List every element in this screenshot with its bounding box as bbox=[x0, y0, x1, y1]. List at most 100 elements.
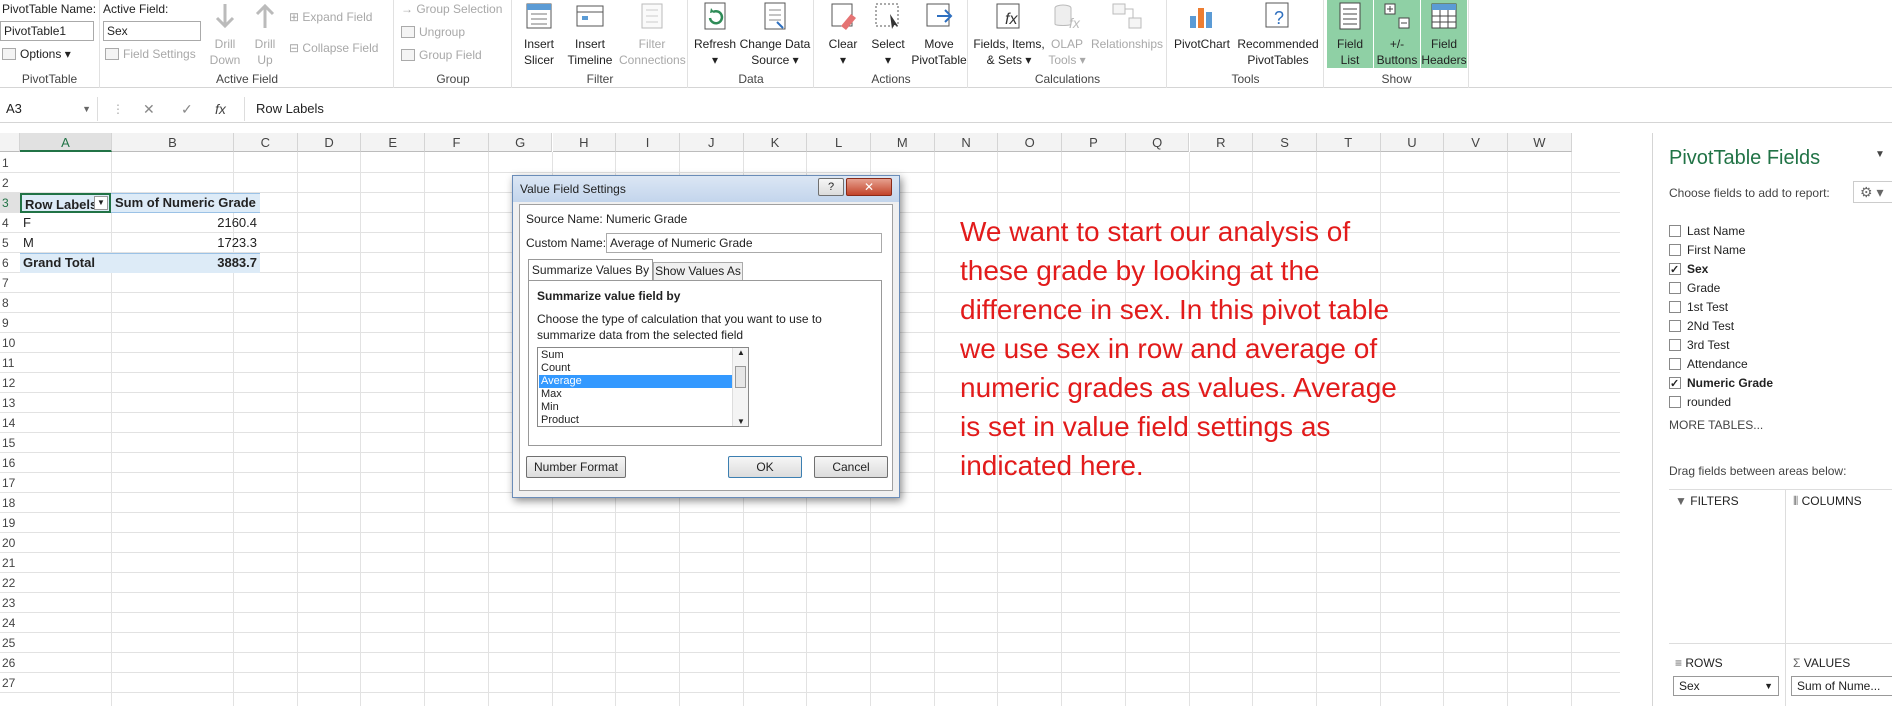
row-header[interactable]: 7 bbox=[0, 273, 20, 293]
calculation-option[interactable]: Sum bbox=[539, 349, 732, 362]
row-header[interactable]: 23 bbox=[0, 593, 20, 613]
field-item[interactable]: 1st Test bbox=[1669, 298, 1728, 316]
values-area-item[interactable]: Sum of Nume... bbox=[1791, 676, 1892, 696]
row-header[interactable]: 10 bbox=[0, 333, 20, 353]
pivottable-name-input[interactable]: PivotTable1 bbox=[0, 21, 94, 41]
row-header[interactable]: 25 bbox=[0, 633, 20, 653]
row-header[interactable]: 8 bbox=[0, 293, 20, 313]
olap-tools-button[interactable]: fx OLAP Tools ▾ bbox=[1047, 0, 1087, 68]
tab-show-values-as[interactable]: Show Values As bbox=[653, 262, 743, 281]
row-header[interactable]: 4 bbox=[0, 213, 20, 233]
row-header[interactable]: 26 bbox=[0, 653, 20, 673]
column-header[interactable]: I bbox=[616, 133, 680, 152]
drill-up-button[interactable]: Drill Up bbox=[247, 0, 283, 68]
column-header[interactable]: L bbox=[807, 133, 871, 152]
row-header[interactable]: 20 bbox=[0, 533, 20, 553]
insert-function-icon[interactable]: fx bbox=[215, 97, 226, 121]
field-settings-button[interactable]: Field Settings bbox=[105, 46, 196, 62]
group-selection-button[interactable]: → Group Selection bbox=[401, 1, 502, 17]
row-header[interactable]: 21 bbox=[0, 553, 20, 573]
row-header[interactable]: 11 bbox=[0, 353, 20, 373]
pivot-row-label[interactable]: F bbox=[20, 213, 111, 233]
row-header[interactable]: 9 bbox=[0, 313, 20, 333]
field-item[interactable]: rounded bbox=[1669, 393, 1731, 411]
help-button[interactable]: ? bbox=[818, 178, 844, 196]
field-checkbox[interactable] bbox=[1669, 358, 1681, 370]
calculation-option[interactable]: Product bbox=[539, 414, 732, 427]
move-pivottable-button[interactable]: Move PivotTable bbox=[911, 0, 967, 68]
pane-options-icon[interactable]: ▼ bbox=[1875, 149, 1885, 160]
row-header[interactable]: 16 bbox=[0, 453, 20, 473]
recommended-pivottables-button[interactable]: ? Recommended PivotTables bbox=[1234, 0, 1322, 68]
group-field-button[interactable]: Group Field bbox=[401, 47, 482, 63]
pivotchart-button[interactable]: PivotChart bbox=[1172, 0, 1232, 52]
row-header[interactable]: 19 bbox=[0, 513, 20, 533]
row-header[interactable]: 5 bbox=[0, 233, 20, 253]
tab-summarize-values-by[interactable]: Summarize Values By bbox=[528, 259, 653, 281]
list-scroll-up-icon[interactable]: ▲ bbox=[737, 348, 745, 357]
column-header[interactable]: S bbox=[1253, 133, 1317, 152]
column-header[interactable]: P bbox=[1062, 133, 1126, 152]
row-header[interactable]: 12 bbox=[0, 373, 20, 393]
column-header[interactable]: B bbox=[112, 133, 234, 152]
column-header[interactable]: C bbox=[234, 133, 298, 152]
column-header[interactable]: O bbox=[998, 133, 1063, 152]
name-box-dropdown-icon[interactable]: ▼ bbox=[82, 97, 91, 121]
select-button[interactable]: Select ▾ bbox=[867, 0, 909, 68]
options-button[interactable]: Options ▾ bbox=[2, 46, 71, 62]
change-data-source-button[interactable]: Change Data Source ▾ bbox=[739, 0, 811, 68]
calculation-option[interactable]: Count bbox=[539, 362, 732, 375]
column-header[interactable]: G bbox=[488, 133, 553, 152]
field-checkbox[interactable] bbox=[1669, 375, 1681, 393]
field-item[interactable]: Last Name bbox=[1669, 222, 1745, 240]
row-header[interactable]: 13 bbox=[0, 393, 20, 413]
row-header[interactable]: 3 bbox=[0, 193, 20, 213]
field-checkbox[interactable] bbox=[1669, 339, 1681, 351]
row-header[interactable]: 1 bbox=[0, 153, 20, 173]
column-header[interactable]: U bbox=[1380, 133, 1445, 152]
drill-down-button[interactable]: Drill Down bbox=[207, 0, 243, 68]
column-header[interactable]: D bbox=[297, 133, 362, 152]
clear-button[interactable]: Clear ▾ bbox=[823, 0, 863, 68]
rows-item-dropdown-icon[interactable]: ▼ bbox=[1764, 677, 1773, 695]
rows-area-item[interactable]: Sex ▼ bbox=[1673, 676, 1779, 696]
refresh-button[interactable]: Refresh ▾ bbox=[694, 0, 736, 68]
pivot-row-value[interactable]: 1723.3 bbox=[112, 233, 260, 253]
close-button[interactable]: ✕ bbox=[846, 178, 892, 196]
enter-entry-icon[interactable]: ✓ bbox=[181, 97, 193, 121]
plus-minus-buttons-button[interactable]: +/- Buttons bbox=[1374, 0, 1420, 68]
cancel-entry-icon[interactable]: ✕ bbox=[143, 97, 155, 121]
row-header[interactable]: 2 bbox=[0, 173, 20, 193]
active-field-input[interactable]: Sex bbox=[103, 21, 201, 41]
field-item[interactable]: Grade bbox=[1669, 279, 1720, 297]
calculation-option[interactable]: Max bbox=[539, 388, 732, 401]
column-header[interactable]: J bbox=[679, 133, 744, 152]
column-header[interactable]: N bbox=[934, 133, 999, 152]
pivot-grand-total-label[interactable]: Grand Total bbox=[20, 253, 111, 273]
pivot-row-label[interactable]: M bbox=[20, 233, 111, 253]
column-header[interactable]: F bbox=[425, 133, 489, 152]
column-header[interactable]: T bbox=[1316, 133, 1381, 152]
field-item[interactable]: 3rd Test bbox=[1669, 336, 1729, 354]
row-header[interactable]: 22 bbox=[0, 573, 20, 593]
field-checkbox[interactable] bbox=[1669, 261, 1681, 279]
calculation-option[interactable]: Min bbox=[539, 401, 732, 414]
pivot-grand-total-value[interactable]: 3883.7 bbox=[112, 253, 260, 273]
field-checkbox[interactable] bbox=[1669, 396, 1681, 408]
column-header[interactable]: V bbox=[1444, 133, 1508, 152]
row-header[interactable]: 27 bbox=[0, 673, 20, 693]
column-header[interactable]: R bbox=[1189, 133, 1254, 152]
ok-button[interactable]: OK bbox=[728, 456, 802, 478]
row-header[interactable]: 14 bbox=[0, 413, 20, 433]
field-checkbox[interactable] bbox=[1669, 225, 1681, 237]
field-item[interactable]: Numeric Grade bbox=[1669, 374, 1773, 393]
field-checkbox[interactable] bbox=[1669, 282, 1681, 294]
row-labels-filter-icon[interactable]: ▼ bbox=[94, 196, 108, 210]
row-header[interactable]: 15 bbox=[0, 433, 20, 453]
insert-timeline-button[interactable]: Insert Timeline bbox=[563, 0, 617, 68]
field-item[interactable]: Sex bbox=[1669, 260, 1708, 279]
calculation-listbox[interactable]: Sum Count Average Max Min Product ▲ ▼ bbox=[537, 347, 749, 427]
column-header[interactable]: Q bbox=[1125, 133, 1190, 152]
row-header[interactable]: 18 bbox=[0, 493, 20, 513]
expand-field-button[interactable]: ⊞ Expand Field bbox=[289, 9, 372, 25]
